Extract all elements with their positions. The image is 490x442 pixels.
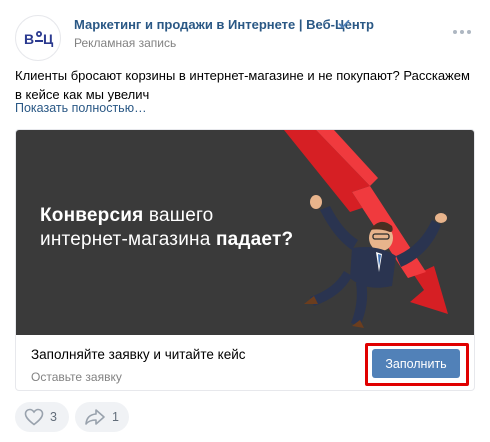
likes-count: 3 — [50, 410, 57, 424]
share-button[interactable]: 1 — [75, 402, 129, 432]
cta-title: Заполняйте заявку и читайте кейс — [31, 347, 246, 362]
ad-label: Рекламная запись — [74, 36, 177, 50]
share-arrow-icon — [85, 409, 105, 425]
verified-check-icon — [338, 19, 350, 29]
banner-headline: Конверсия вашего интернет-магазина падае… — [40, 205, 294, 250]
community-avatar[interactable]: В Ц — [15, 15, 61, 61]
wall-post: В Ц Маркетинг и продажи в Интернете | Ве… — [0, 0, 490, 442]
cta-subtitle: Оставьте заявку — [31, 370, 122, 384]
svg-text:В: В — [24, 31, 34, 47]
heart-icon — [24, 408, 44, 426]
show-more-link[interactable]: Показать полностью… — [15, 101, 147, 115]
ad-banner-image[interactable]: Конверсия вашего интернет-магазина падае… — [16, 130, 474, 335]
shares-count: 1 — [112, 410, 119, 424]
more-dots-icon[interactable] — [452, 22, 472, 42]
svg-text:Ц: Ц — [43, 31, 54, 47]
logo-icon: В Ц — [24, 31, 54, 47]
author-name[interactable]: Маркетинг и продажи в Интернете | Веб-Це… — [74, 17, 374, 32]
fill-form-button[interactable]: Заполнить — [372, 349, 460, 378]
like-button[interactable]: 3 — [15, 402, 69, 432]
post-text: Клиенты бросают корзины в интернет-магаз… — [15, 68, 470, 102]
